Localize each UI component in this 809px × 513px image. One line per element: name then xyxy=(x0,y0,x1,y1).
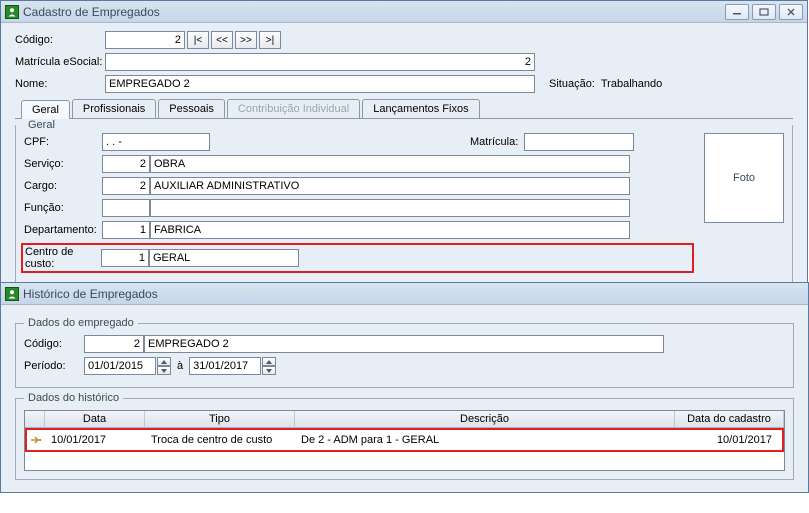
departamento-label: Departamento: xyxy=(24,224,102,236)
hist-codigo-field[interactable]: 2 xyxy=(84,335,144,353)
periodo-de-spinner[interactable]: 01/01/2015 xyxy=(84,357,171,375)
periodo-label: Período: xyxy=(24,360,84,372)
departamento-nome-field[interactable]: FABRICA xyxy=(150,221,630,239)
row-pointer-icon xyxy=(29,433,43,447)
cargo-cod-field[interactable]: 2 xyxy=(102,177,150,195)
col-data[interactable]: Data xyxy=(45,411,145,427)
nav-next-button[interactable]: >> xyxy=(235,31,257,49)
cell-data: 10/01/2017 xyxy=(45,432,145,448)
matricula-field[interactable] xyxy=(524,133,634,151)
centro-custo-nome-field[interactable]: GERAL xyxy=(149,249,299,267)
maximize-button[interactable] xyxy=(752,4,776,20)
servico-nome-field[interactable]: OBRA xyxy=(150,155,630,173)
geral-legend: Geral xyxy=(24,119,59,131)
spin-down[interactable] xyxy=(157,366,171,375)
window-title-2: Histórico de Empregados xyxy=(23,287,804,301)
col-data-cadastro[interactable]: Data do cadastro xyxy=(675,411,784,427)
funcao-nome-field[interactable] xyxy=(150,199,630,217)
foto-box[interactable]: Foto xyxy=(704,133,784,223)
centro-custo-row: Centro de custo: 1 GERAL xyxy=(21,243,694,273)
titlebar: Cadastro de Empregados xyxy=(1,1,807,23)
tab-geral[interactable]: Geral xyxy=(21,100,70,119)
window-title: Cadastro de Empregados xyxy=(23,5,725,19)
employee-history-window: Histórico de Empregados Dados do emprega… xyxy=(0,282,809,493)
nav-prev-button[interactable]: << xyxy=(211,31,233,49)
tab-profissionais[interactable]: Profissionais xyxy=(72,99,156,118)
history-grid[interactable]: Data Tipo Descrição Data do cadastro 10/… xyxy=(24,410,785,471)
cell-descricao: De 2 - ADM para 1 - GERAL xyxy=(295,432,675,448)
employee-register-window: Cadastro de Empregados Código: 2 |< << >… xyxy=(0,0,808,299)
periodo-ate-field[interactable]: 31/01/2017 xyxy=(189,357,261,375)
spin-up-2[interactable] xyxy=(262,357,276,366)
matricula-esocial-label: Matrícula eSocial: xyxy=(15,56,105,68)
cargo-label: Cargo: xyxy=(24,180,102,192)
dados-historico-legend: Dados do histórico xyxy=(24,392,123,404)
titlebar-2: Histórico de Empregados xyxy=(1,283,808,305)
periodo-ate-spinner[interactable]: 31/01/2017 xyxy=(189,357,276,375)
centro-custo-label: Centro de custo: xyxy=(25,246,101,270)
codigo-label: Código: xyxy=(15,34,105,46)
funcao-label: Função: xyxy=(24,202,102,214)
col-tipo[interactable]: Tipo xyxy=(145,411,295,427)
table-row[interactable]: 10/01/2017 Troca de centro de custo De 2… xyxy=(25,428,784,452)
matricula-label: Matrícula: xyxy=(470,136,518,148)
tabs: Geral Profissionais Pessoais Contribuiçã… xyxy=(15,99,793,119)
app-icon xyxy=(5,5,19,19)
matricula-esocial-field[interactable]: 2 xyxy=(105,53,535,71)
hist-codigo-label: Código: xyxy=(24,338,84,350)
nome-label: Nome: xyxy=(15,78,105,90)
minimize-button[interactable] xyxy=(725,4,749,20)
dados-empregado-legend: Dados do empregado xyxy=(24,317,138,329)
cargo-nome-field[interactable]: AUXILIAR ADMINISTRATIVO xyxy=(150,177,630,195)
periodo-de-field[interactable]: 01/01/2015 xyxy=(84,357,156,375)
centro-custo-cod-field[interactable]: 1 xyxy=(101,249,149,267)
cell-data-cadastro: 10/01/2017 xyxy=(675,432,782,448)
funcao-cod-field[interactable] xyxy=(102,199,150,217)
departamento-cod-field[interactable]: 1 xyxy=(102,221,150,239)
app-icon-2 xyxy=(5,287,19,301)
nav-first-button[interactable]: |< xyxy=(187,31,209,49)
geral-fieldset: Geral CPF: . . - Matrícula: Serviço: 2 O… xyxy=(15,119,793,286)
situacao-value: Trabalhando xyxy=(601,78,662,90)
spin-down-2[interactable] xyxy=(262,366,276,375)
cell-tipo: Troca de centro de custo xyxy=(145,432,295,448)
cpf-field[interactable]: . . - xyxy=(102,133,210,151)
nome-field[interactable]: EMPREGADO 2 xyxy=(105,75,535,93)
grid-header: Data Tipo Descrição Data do cadastro xyxy=(25,411,784,428)
spin-up[interactable] xyxy=(157,357,171,366)
servico-cod-field[interactable]: 2 xyxy=(102,155,150,173)
servico-label: Serviço: xyxy=(24,158,102,170)
codigo-field[interactable]: 2 xyxy=(105,31,185,49)
cpf-label: CPF: xyxy=(24,136,102,148)
tab-lancamentos[interactable]: Lançamentos Fixos xyxy=(362,99,479,118)
ate-label: à xyxy=(177,360,183,372)
dados-historico-fieldset: Dados do histórico Data Tipo Descrição D… xyxy=(15,392,794,480)
dados-empregado-fieldset: Dados do empregado Código: 2 EMPREGADO 2… xyxy=(15,317,794,388)
nav-last-button[interactable]: >| xyxy=(259,31,281,49)
tab-pessoais[interactable]: Pessoais xyxy=(158,99,225,118)
situacao-label: Situação: xyxy=(549,78,595,90)
col-descricao[interactable]: Descrição xyxy=(295,411,675,427)
tab-contribuicao: Contribuição Individual xyxy=(227,99,360,118)
foto-label: Foto xyxy=(733,172,755,184)
close-button[interactable] xyxy=(779,4,803,20)
hist-nome-field[interactable]: EMPREGADO 2 xyxy=(144,335,664,353)
